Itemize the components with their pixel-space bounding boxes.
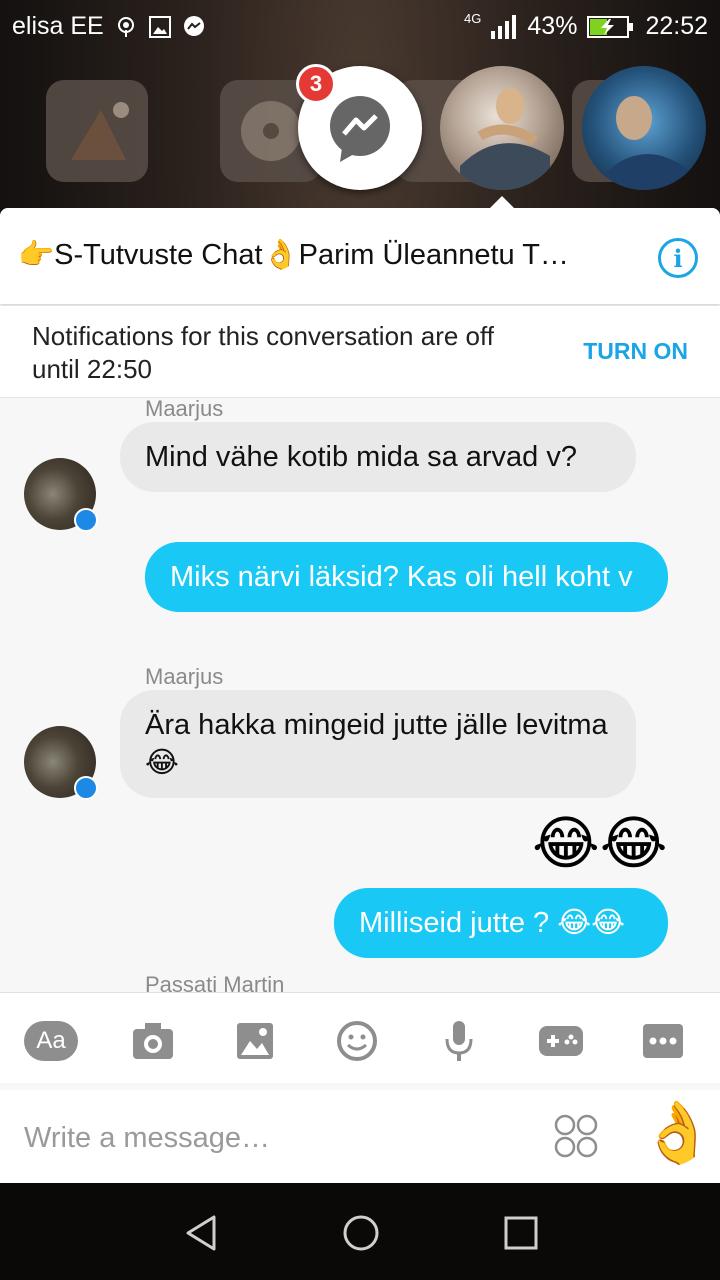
- sticker-icon[interactable]: [554, 1114, 598, 1158]
- recents-icon[interactable]: [501, 1213, 541, 1253]
- signal-icon: [491, 14, 517, 39]
- chat-head-avatar[interactable]: [582, 66, 706, 190]
- emoji-button[interactable]: [331, 1017, 383, 1065]
- info-icon[interactable]: i: [658, 238, 698, 278]
- chat-header: 👉S-Tutvuste Chat👌Parim Üleannetu T… i: [0, 208, 720, 304]
- incoming-message[interactable]: Ära hakka mingeid jutte jälle levitma 😂: [120, 690, 636, 798]
- gallery-button[interactable]: [229, 1017, 281, 1065]
- conversation-title[interactable]: 👉S-Tutvuste Chat👌Parim Üleannetu T…: [18, 238, 608, 272]
- home-icon[interactable]: [341, 1213, 381, 1253]
- voice-button[interactable]: [433, 1017, 485, 1065]
- messenger-badge-icon: [74, 776, 98, 800]
- carrier-label: elisa EE: [12, 12, 104, 40]
- composer-toolbar: Aa: [0, 993, 720, 1083]
- notification-text: Notifications for this conversation are …: [32, 321, 494, 384]
- outgoing-message[interactable]: Milliseid jutte ? 😂😂: [334, 888, 668, 958]
- app-tile-background: [46, 80, 148, 182]
- incoming-message[interactable]: Mind vähe kotib mida sa arvad v?: [120, 422, 636, 492]
- app-triangle-icon: [71, 102, 129, 160]
- text-format-label: Aa: [24, 1021, 78, 1061]
- turn-on-button[interactable]: TURN ON: [583, 338, 688, 365]
- more-options-button[interactable]: [637, 1017, 689, 1065]
- image-notification-icon: [148, 15, 171, 38]
- camera-button[interactable]: [127, 1017, 179, 1065]
- network-type-label: 4G: [464, 11, 482, 26]
- quick-reaction-button[interactable]: 👌: [640, 1098, 715, 1168]
- emoji-message[interactable]: 😂😂: [532, 811, 668, 877]
- chat-head-avatar[interactable]: [440, 66, 564, 190]
- clock: 22:52: [645, 12, 708, 40]
- sender-avatar[interactable]: [24, 726, 98, 800]
- outgoing-message[interactable]: Miks närvi läksid? Kas oli hell koht v: [145, 542, 668, 612]
- more-icon: [643, 1024, 683, 1058]
- sender-avatar[interactable]: [24, 458, 98, 532]
- status-bar: elisa EE 4G 43% 22:52: [0, 0, 720, 52]
- image-icon: [237, 1023, 273, 1059]
- avatar-photo: [592, 96, 706, 190]
- games-button[interactable]: [535, 1017, 587, 1065]
- microphone-icon: [445, 1021, 473, 1061]
- camera-icon: [133, 1023, 173, 1059]
- notification-banner: Notifications for this conversation are …: [0, 306, 720, 398]
- messenger-badge-icon: [74, 508, 98, 532]
- gamepad-icon: [539, 1026, 583, 1056]
- battery-charging-icon: [587, 15, 634, 38]
- messenger-notification-icon: [183, 15, 204, 36]
- navigation-bar: [0, 1183, 720, 1280]
- battery-percent: 43%: [527, 12, 578, 40]
- sender-name: Maarjus: [145, 396, 224, 421]
- avatar-photo: [460, 88, 550, 190]
- unread-badge: 3: [296, 64, 336, 104]
- back-icon[interactable]: [182, 1213, 222, 1253]
- hotspot-icon: [117, 16, 134, 37]
- message-input[interactable]: [24, 1118, 524, 1158]
- smiley-icon: [337, 1021, 377, 1061]
- composer-input-row: 👌: [0, 1090, 720, 1183]
- text-format-button[interactable]: Aa: [24, 1017, 78, 1065]
- sender-name: Maarjus: [145, 664, 224, 689]
- chat-heads-row: 3: [0, 60, 720, 210]
